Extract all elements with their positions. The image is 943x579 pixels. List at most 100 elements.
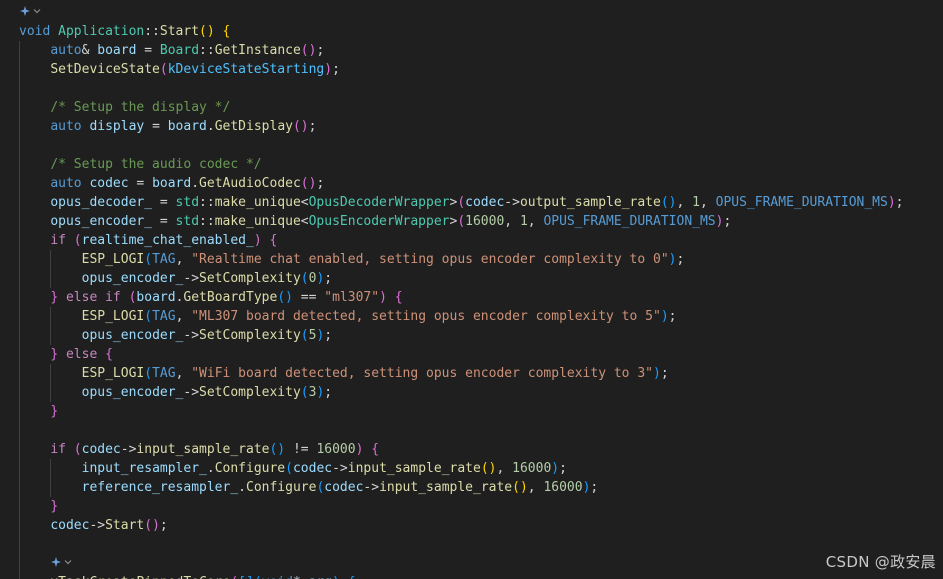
code-line[interactable]: xTaskCreatePinnedToCore([](void* arg) { <box>0 573 943 579</box>
code-line[interactable]: ESP_LOGI(TAG, "Realtime chat enabled, se… <box>0 250 943 269</box>
code-token: Start <box>159 24 200 39</box>
code-token: ] <box>246 575 254 579</box>
code-token: else <box>65 347 98 362</box>
code-token: board <box>167 119 207 134</box>
code-line[interactable]: codec->Start(); <box>0 516 943 535</box>
codelens-sparkle-icon[interactable] <box>19 5 41 20</box>
code-line[interactable]: } <box>0 402 943 421</box>
code-token: ; <box>723 214 732 229</box>
code-line[interactable]: opus_decoder_ = std::make_unique<OpusDec… <box>0 193 943 212</box>
code-token: ) <box>653 366 661 381</box>
code-editor[interactable]: void Application::Start() { auto& board … <box>0 0 943 579</box>
code-line[interactable]: reference_resampler_.Configure(codec->in… <box>0 478 943 497</box>
code-token: ( <box>144 366 153 381</box>
code-token: board <box>152 176 192 191</box>
code-token: -> <box>183 385 200 400</box>
code-token: 16000 <box>512 461 552 476</box>
code-token: ESP_LOGI <box>81 366 145 381</box>
code-token: xTaskCreatePinnedToCore <box>50 575 230 579</box>
code-line[interactable]: SetDeviceState(kDeviceStateStarting); <box>0 60 943 79</box>
code-token: ( <box>73 233 82 248</box>
code-token: SetComplexity <box>199 385 301 400</box>
code-token: ) <box>551 461 560 476</box>
code-token: 1 <box>519 214 528 229</box>
codelens-row[interactable] <box>0 3 943 22</box>
code-token: codec <box>50 518 90 533</box>
code-token: opus_encoder_ <box>81 271 184 286</box>
code-line[interactable]: } else { <box>0 345 943 364</box>
code-token: ; <box>308 119 317 134</box>
code-token: ( <box>300 385 309 400</box>
code-token: input_sample_rate <box>379 480 513 495</box>
code-line[interactable]: input_resampler_.Configure(codec->input_… <box>0 459 943 478</box>
code-line[interactable]: opus_encoder_->SetComplexity(5); <box>0 326 943 345</box>
code-token: = <box>144 119 168 134</box>
code-token: /* Setup the display */ <box>50 100 231 115</box>
code-token: 16000 <box>316 442 356 457</box>
code-token: "ML307 board detected, setting opus enco… <box>191 309 661 324</box>
code-token: GetDisplay <box>214 119 293 134</box>
code-token: ) <box>332 575 340 579</box>
code-token: output_sample_rate <box>519 195 661 210</box>
chevron-down-icon <box>64 560 72 565</box>
code-line[interactable] <box>0 535 943 554</box>
code-token: TAG <box>152 309 176 324</box>
code-token: opus_decoder_ <box>50 195 153 210</box>
codelens-row[interactable] <box>0 554 943 573</box>
code-line[interactable] <box>0 79 943 98</box>
code-line[interactable]: } <box>0 497 943 516</box>
code-token: == <box>292 290 325 305</box>
code-token: GetAudioCodec <box>199 176 301 191</box>
code-line[interactable]: auto codec = board.GetAudioCodec(); <box>0 174 943 193</box>
code-token: ; <box>316 176 325 191</box>
code-line[interactable]: if (codec->input_sample_rate() != 16000)… <box>0 440 943 459</box>
code-token: OpusEncoderWrapper <box>308 214 450 229</box>
code-token: 1 <box>692 195 700 210</box>
code-token: auto <box>50 119 82 134</box>
code-token: make_unique <box>214 214 301 229</box>
code-line[interactable]: ESP_LOGI(TAG, "WiFi board detected, sett… <box>0 364 943 383</box>
code-token: . <box>206 461 215 476</box>
code-token: codec <box>465 195 505 210</box>
code-line[interactable]: ESP_LOGI(TAG, "ML307 board detected, set… <box>0 307 943 326</box>
code-token: < <box>300 214 309 229</box>
code-line[interactable]: auto display = board.GetDisplay(); <box>0 117 943 136</box>
codelens-sparkle-icon[interactable] <box>50 556 72 571</box>
code-line[interactable]: /* Setup the display */ <box>0 98 943 117</box>
code-line[interactable] <box>0 421 943 440</box>
code-token: , <box>527 214 544 229</box>
code-token: SetDeviceState <box>50 62 160 77</box>
code-line[interactable]: } else if (board.GetBoardType() == "ml30… <box>0 288 943 307</box>
code-token: != <box>285 442 317 457</box>
code-token: () <box>660 195 677 210</box>
code-token: { <box>105 347 113 362</box>
code-line[interactable]: opus_encoder_->SetComplexity(0); <box>0 269 943 288</box>
code-line[interactable]: opus_encoder_->SetComplexity(3); <box>0 383 943 402</box>
code-token: Start <box>105 518 145 533</box>
code-lines[interactable]: void Application::Start() { auto& board … <box>0 3 943 579</box>
code-line[interactable] <box>0 136 943 155</box>
code-token: -> <box>183 271 200 286</box>
code-line[interactable]: auto& board = Board::GetInstance(); <box>0 41 943 60</box>
code-line[interactable]: opus_encoder_ = std::make_unique<OpusEnc… <box>0 212 943 231</box>
code-line[interactable]: void Application::Start() { <box>0 22 943 41</box>
code-line[interactable]: if (realtime_chat_enabled_) { <box>0 231 943 250</box>
code-line[interactable]: /* Setup the audio codec */ <box>0 155 943 174</box>
code-token: /* Setup the audio codec */ <box>50 157 262 172</box>
code-token: arg <box>309 575 332 579</box>
code-token: else <box>65 290 98 305</box>
code-token: display <box>89 119 145 134</box>
